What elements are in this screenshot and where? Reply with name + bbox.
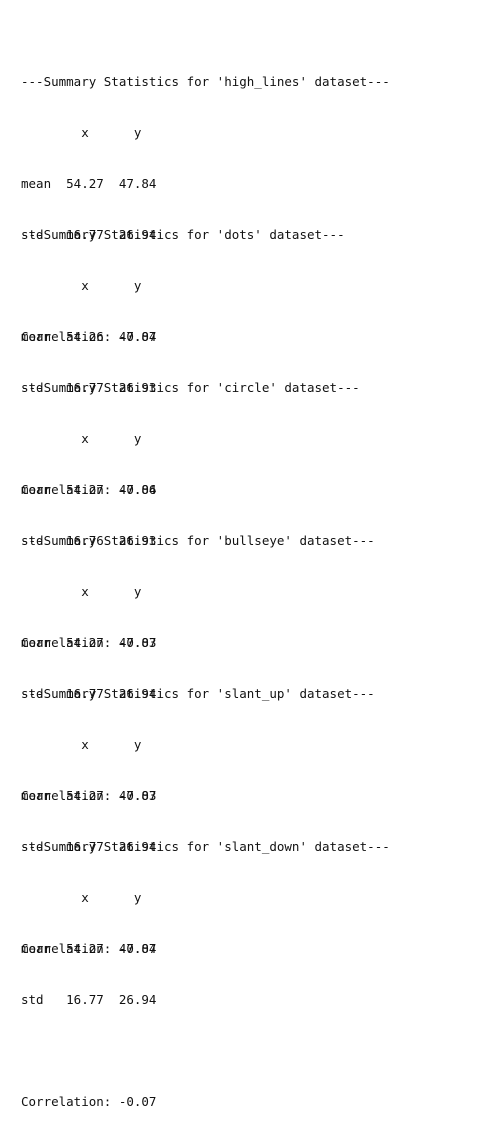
column-header-row: x y	[21, 125, 142, 140]
summary-block: ---Summary Statistics for 'high_lines' d…	[21, 39, 390, 344]
mean-row: mean 54.27 47.84	[21, 176, 157, 191]
summary-header: ---Summary Statistics for 'circle' datas…	[21, 380, 360, 395]
summary-block: ---Summary Statistics for 'dots' dataset…	[21, 192, 390, 497]
summary-block: ---Summary Statistics for 'slant_down' d…	[21, 804, 390, 1109]
column-header-row: x y	[21, 584, 142, 599]
mean-row: mean 54.27 47.83	[21, 788, 157, 803]
mean-row: mean 54.27 47.83	[21, 635, 157, 650]
mean-row: mean 54.27 47.84	[21, 482, 157, 497]
console-output: ---Summary Statistics for 'high_lines' d…	[21, 5, 390, 1109]
summary-header: ---Summary Statistics for 'high_lines' d…	[21, 74, 390, 89]
summary-block: ---Summary Statistics for 'circle' datas…	[21, 345, 390, 650]
std-row: std 16.77 26.94	[21, 992, 157, 1007]
correlation-line: Correlation: -0.07	[21, 1094, 157, 1109]
column-header-row: x y	[21, 890, 142, 905]
summary-block: ---Summary Statistics for 'bullseye' dat…	[21, 498, 390, 803]
summary-header: ---Summary Statistics for 'bullseye' dat…	[21, 533, 375, 548]
summary-block: ---Summary Statistics for 'slant_up' dat…	[21, 651, 390, 956]
mean-row: mean 54.27 47.84	[21, 941, 157, 956]
summary-header: ---Summary Statistics for 'slant_up' dat…	[21, 686, 375, 701]
column-header-row: x y	[21, 431, 142, 446]
summary-header: ---Summary Statistics for 'dots' dataset…	[21, 227, 345, 242]
summary-header: ---Summary Statistics for 'slant_down' d…	[21, 839, 390, 854]
column-header-row: x y	[21, 278, 142, 293]
column-header-row: x y	[21, 737, 142, 752]
mean-row: mean 54.26 47.84	[21, 329, 157, 344]
